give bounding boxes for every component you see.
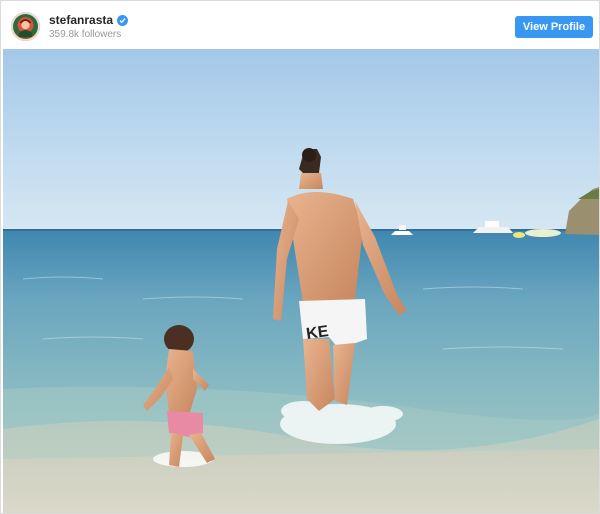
profile-avatar[interactable] — [11, 12, 40, 41]
verified-badge-icon — [117, 14, 129, 26]
user-info: stefanrasta 359.8k followers — [49, 13, 129, 41]
avatar-face-icon — [19, 19, 32, 37]
view-profile-button[interactable]: View Profile — [515, 16, 593, 38]
beach-photo-image: KE — [3, 49, 599, 513]
follower-count: 359.8k followers — [49, 29, 122, 40]
instagram-post-card: stefanrasta 359.8k followers View Profil… — [0, 0, 600, 514]
username-row: stefanrasta — [49, 13, 129, 27]
post-photo[interactable]: KE — [3, 49, 599, 513]
post-header: stefanrasta 359.8k followers View Profil… — [1, 1, 599, 49]
username[interactable]: stefanrasta — [49, 13, 113, 27]
